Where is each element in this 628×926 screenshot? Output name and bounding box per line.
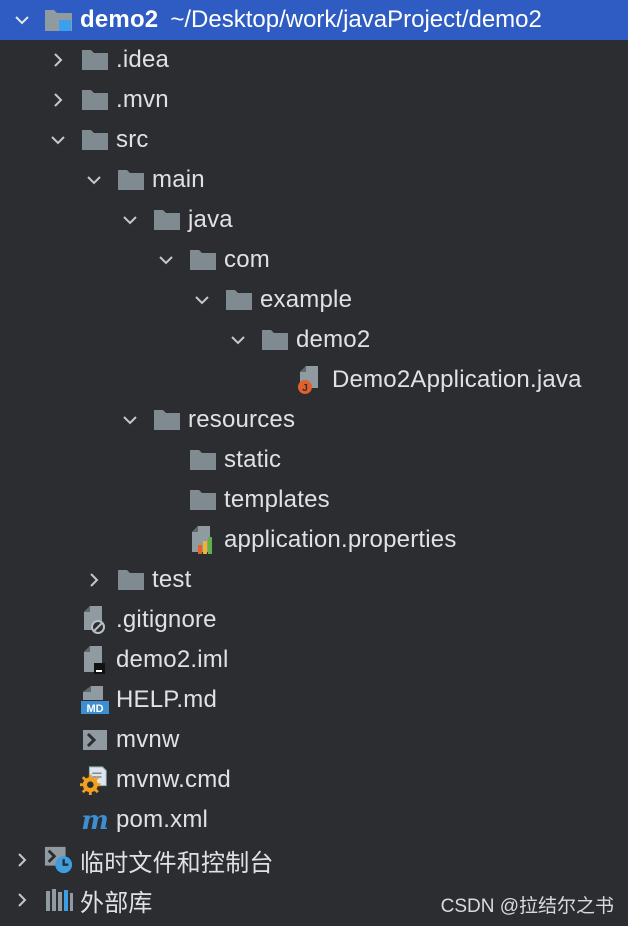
tree-item-label: resources xyxy=(188,406,296,433)
svg-text:MD: MD xyxy=(86,703,103,715)
tree-row-src[interactable]: src xyxy=(0,120,628,160)
tree-row-static[interactable]: static xyxy=(0,440,628,480)
tree-item-label: .mvn xyxy=(116,86,169,113)
chevron-down-icon[interactable] xyxy=(80,166,108,194)
tree-row-test[interactable]: test xyxy=(0,560,628,600)
chevron-right-icon[interactable] xyxy=(8,846,36,874)
tree-item-label: demo2.iml xyxy=(116,646,229,673)
gitignore-file-icon xyxy=(80,606,110,634)
folder-icon xyxy=(152,406,182,434)
shell-script-icon xyxy=(80,726,110,754)
tree-item-label: com xyxy=(224,246,270,273)
project-tree: demo2 ~/Desktop/work/javaProject/demo2 .… xyxy=(0,0,628,920)
tree-item-label: Demo2Application.java xyxy=(332,366,582,393)
tree-row-gitignore[interactable]: .gitignore xyxy=(0,600,628,640)
tree-item-label: pom.xml xyxy=(116,806,209,833)
chevron-down-icon[interactable] xyxy=(188,286,216,314)
maven-icon: m xyxy=(80,806,110,834)
chevron-right-icon[interactable] xyxy=(44,86,72,114)
tree-row-mvnw-cmd[interactable]: mvnw.cmd xyxy=(0,760,628,800)
properties-file-icon xyxy=(188,526,218,554)
tree-row-main[interactable]: main xyxy=(0,160,628,200)
tree-item-label: 临时文件和控制台 xyxy=(80,849,274,877)
scratches-icon xyxy=(44,846,74,874)
tree-row-java[interactable]: java xyxy=(0,200,628,240)
module-folder-icon xyxy=(44,6,74,34)
tree-row-mvnw[interactable]: mvnw xyxy=(0,720,628,760)
svg-text:J: J xyxy=(302,383,308,394)
cmd-script-icon xyxy=(80,766,110,795)
tree-item-label: .idea xyxy=(116,46,170,73)
chevron-down-icon[interactable] xyxy=(224,326,252,354)
tree-item-label: example xyxy=(260,286,353,313)
folder-icon xyxy=(152,206,182,234)
tree-item-label: src xyxy=(116,126,149,153)
chevron-right-icon[interactable] xyxy=(8,886,36,914)
tree-item-label: mvnw.cmd xyxy=(116,766,231,793)
tree-item-label: test xyxy=(152,566,192,593)
tree-item-label: .gitignore xyxy=(116,606,217,633)
tree-row-example[interactable]: example xyxy=(0,280,628,320)
tree-item-label: templates xyxy=(224,486,330,513)
tree-item-label: java xyxy=(188,206,233,233)
java-class-icon: J xyxy=(296,366,326,394)
iml-file-icon xyxy=(80,646,110,674)
tree-row-mvn[interactable]: .mvn xyxy=(0,80,628,120)
tree-row-pom-xml[interactable]: m pom.xml xyxy=(0,800,628,840)
chevron-down-icon[interactable] xyxy=(44,126,72,154)
chevron-down-icon[interactable] xyxy=(152,246,180,274)
folder-icon xyxy=(80,46,110,74)
tree-row-root-demo2[interactable]: demo2 ~/Desktop/work/javaProject/demo2 xyxy=(0,0,628,40)
watermark: CSDN @拉结尔之书 xyxy=(440,896,614,917)
tree-row-com[interactable]: com xyxy=(0,240,628,280)
chevron-down-icon[interactable] xyxy=(8,6,36,34)
folder-icon xyxy=(188,246,218,274)
root-project-name: demo2 xyxy=(80,6,159,33)
root-project-path: ~/Desktop/work/javaProject/demo2 xyxy=(170,6,542,33)
markdown-file-icon: MD xyxy=(80,686,110,715)
folder-icon xyxy=(116,166,146,194)
tree-row-application-properties[interactable]: application.properties xyxy=(0,520,628,560)
folder-icon xyxy=(80,126,110,154)
folder-icon xyxy=(188,486,218,514)
tree-row-resources[interactable]: resources xyxy=(0,400,628,440)
folder-icon xyxy=(224,286,254,314)
tree-row-help-md[interactable]: MD HELP.md xyxy=(0,680,628,720)
tree-item-label: mvnw xyxy=(116,726,180,753)
tree-row-scratches-consoles[interactable]: 临时文件和控制台 xyxy=(0,840,628,880)
chevron-down-icon[interactable] xyxy=(116,206,144,234)
tree-item-label: HELP.md xyxy=(116,686,218,713)
tree-row-demo2-iml[interactable]: demo2.iml xyxy=(0,640,628,680)
svg-text:m: m xyxy=(81,807,109,833)
tree-item-label: static xyxy=(224,446,282,473)
chevron-right-icon[interactable] xyxy=(44,46,72,74)
tree-row-demo2-application-java[interactable]: J Demo2Application.java xyxy=(0,360,628,400)
folder-icon xyxy=(80,86,110,114)
tree-row-templates[interactable]: templates xyxy=(0,480,628,520)
folder-icon xyxy=(116,566,146,594)
tree-item-label: main xyxy=(152,166,205,193)
tree-row-demo2-package[interactable]: demo2 xyxy=(0,320,628,360)
tree-item-label: application.properties xyxy=(224,526,457,553)
folder-icon xyxy=(188,446,218,474)
tree-item-label: 外部库 xyxy=(80,889,153,917)
chevron-down-icon[interactable] xyxy=(116,406,144,434)
tree-item-label: demo2 xyxy=(296,326,371,353)
chevron-right-icon[interactable] xyxy=(80,566,108,594)
tree-row-idea[interactable]: .idea xyxy=(0,40,628,80)
folder-icon xyxy=(260,326,290,354)
libraries-icon xyxy=(44,886,74,914)
